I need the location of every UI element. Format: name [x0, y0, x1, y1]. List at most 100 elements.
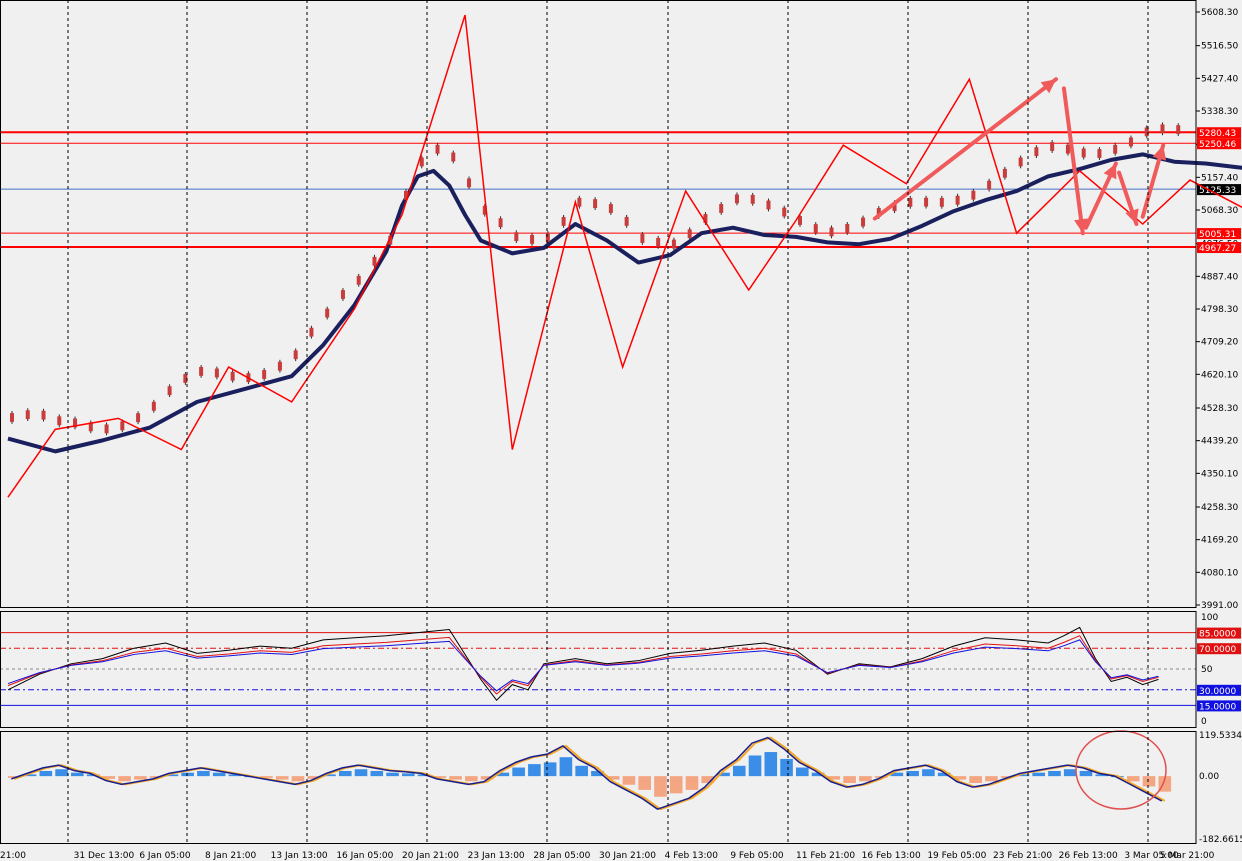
candle-body	[608, 204, 613, 213]
candle-body	[120, 421, 125, 431]
macd-histogram-bar	[1048, 770, 1061, 777]
x-axis-label: 8 Jan 21:00	[205, 851, 257, 861]
candle-body	[939, 197, 944, 207]
candle-body	[829, 227, 834, 237]
macd-histogram-bar	[1079, 770, 1093, 777]
candle-body	[230, 371, 235, 381]
candle-body	[151, 401, 156, 411]
macd-histogram-bar	[732, 765, 746, 777]
candle-body	[782, 207, 787, 217]
candle-body	[671, 239, 676, 249]
price-tick-label: 4709.20	[1201, 338, 1238, 348]
macd-tick-label: 0.00	[1199, 772, 1219, 782]
candle-body	[57, 416, 62, 426]
x-axis-label: 21:00	[0, 851, 26, 861]
candle-body	[199, 366, 204, 376]
macd-histogram-bar	[118, 776, 131, 782]
candle-body	[987, 180, 992, 190]
macd-histogram-bar	[764, 752, 778, 777]
x-axis-label: 16 Feb 13:00	[862, 851, 921, 861]
price-tick-label: 4169.20	[1201, 536, 1238, 546]
macd-histogram-bar	[1063, 769, 1077, 777]
x-axis-label: 9 Feb 05:00	[730, 851, 784, 861]
macd-histogram-bar	[985, 776, 998, 782]
macd-histogram-bar	[338, 770, 352, 777]
candle-body	[1065, 144, 1070, 154]
candle-body	[971, 190, 976, 200]
candle-body	[293, 350, 298, 360]
macd-histogram-bar	[528, 764, 541, 777]
candle-body	[530, 234, 535, 244]
x-axis-label: 31 Dec 13:00	[74, 851, 135, 861]
macd-histogram-bar	[212, 772, 226, 777]
x-axis-label: 16 Jan 05:00	[336, 851, 393, 861]
trading-chart[interactable]: 5608.305516.505427.405338.305247.405157.…	[0, 0, 1242, 861]
level-label: 4967.27	[1199, 244, 1236, 254]
candle-body	[561, 216, 566, 226]
candle-body	[1002, 168, 1007, 178]
level-label: 5250.46	[1199, 140, 1236, 150]
candle-body	[845, 223, 850, 233]
candle-body	[766, 200, 771, 210]
macd-histogram-bar	[1142, 776, 1156, 787]
candle-body	[309, 327, 314, 337]
macd-histogram-bar	[1032, 772, 1046, 777]
macd-histogram-bar	[843, 776, 856, 784]
price-tick-label: 3991.00	[1201, 601, 1238, 611]
candle-body	[1050, 142, 1055, 151]
candle-body	[1160, 124, 1165, 134]
candle-body	[861, 217, 866, 227]
candle-body	[734, 194, 739, 204]
x-axis-label: 28 Jan 05:00	[533, 851, 590, 861]
price-tick-label: 4258.30	[1201, 503, 1238, 513]
price-tick-label: 4528.30	[1201, 404, 1238, 414]
candle-body	[277, 361, 282, 371]
level-label: 5280.43	[1199, 129, 1236, 139]
candle-body	[1018, 157, 1023, 167]
macd-histogram-bar	[449, 776, 462, 780]
candle-body	[136, 413, 141, 423]
candle-body	[451, 152, 456, 162]
candle-body	[514, 232, 519, 242]
price-tick-label: 5068.30	[1201, 206, 1238, 216]
candle-body	[924, 197, 929, 207]
x-axis-label: 30 Jan 21:00	[599, 851, 656, 861]
macd-histogram-bar	[780, 758, 793, 777]
rsi-tick-label: 0	[1201, 717, 1207, 727]
candle-body	[813, 224, 818, 233]
macd-histogram-bar	[512, 767, 525, 777]
candle-body	[1128, 137, 1133, 147]
price-tick-label: 4350.10	[1201, 469, 1238, 479]
price-tick-label: 4080.10	[1201, 568, 1238, 578]
macd-histogram-bar	[465, 776, 478, 782]
macd-histogram-bar	[654, 776, 667, 797]
x-axis-label: 5 Mar 21:00	[1160, 851, 1215, 861]
price-tick-label: 4798.30	[1201, 305, 1238, 315]
price-tick-label: 4887.40	[1201, 272, 1238, 282]
macd-histogram-bar	[669, 776, 683, 794]
rsi-level-label: 70.0000	[1199, 645, 1236, 655]
candle-body	[41, 410, 46, 420]
macd-histogram-bar	[748, 755, 762, 777]
price-tick-label: 5516.50	[1201, 42, 1238, 52]
candle-body	[104, 424, 109, 434]
rsi-level-label: 30.0000	[1199, 687, 1236, 697]
x-axis-label: 23 Feb 21:00	[993, 851, 1052, 861]
macd-histogram-bar	[685, 776, 699, 790]
macd-histogram-bar	[386, 772, 399, 777]
x-axis-label: 4 Feb 13:00	[665, 851, 719, 861]
macd-histogram-bar	[543, 762, 557, 777]
price-tick-label: 4620.10	[1201, 370, 1238, 380]
candle-body	[325, 308, 330, 318]
macd-histogram-bar	[181, 772, 194, 777]
macd-tick-label: 119.5334	[1199, 731, 1242, 741]
x-axis-label: 11 Feb 21:00	[796, 851, 855, 861]
price-tick-label: 4439.20	[1201, 437, 1238, 447]
candle-body	[1097, 149, 1102, 158]
x-axis-label: 20 Jan 21:00	[402, 851, 459, 861]
macd-histogram-bar	[796, 767, 809, 777]
level-label: 5005.31	[1199, 230, 1236, 240]
macd-histogram-bar	[275, 776, 289, 780]
price-tick-label: 5427.40	[1201, 74, 1238, 84]
candle-body	[1176, 125, 1181, 135]
